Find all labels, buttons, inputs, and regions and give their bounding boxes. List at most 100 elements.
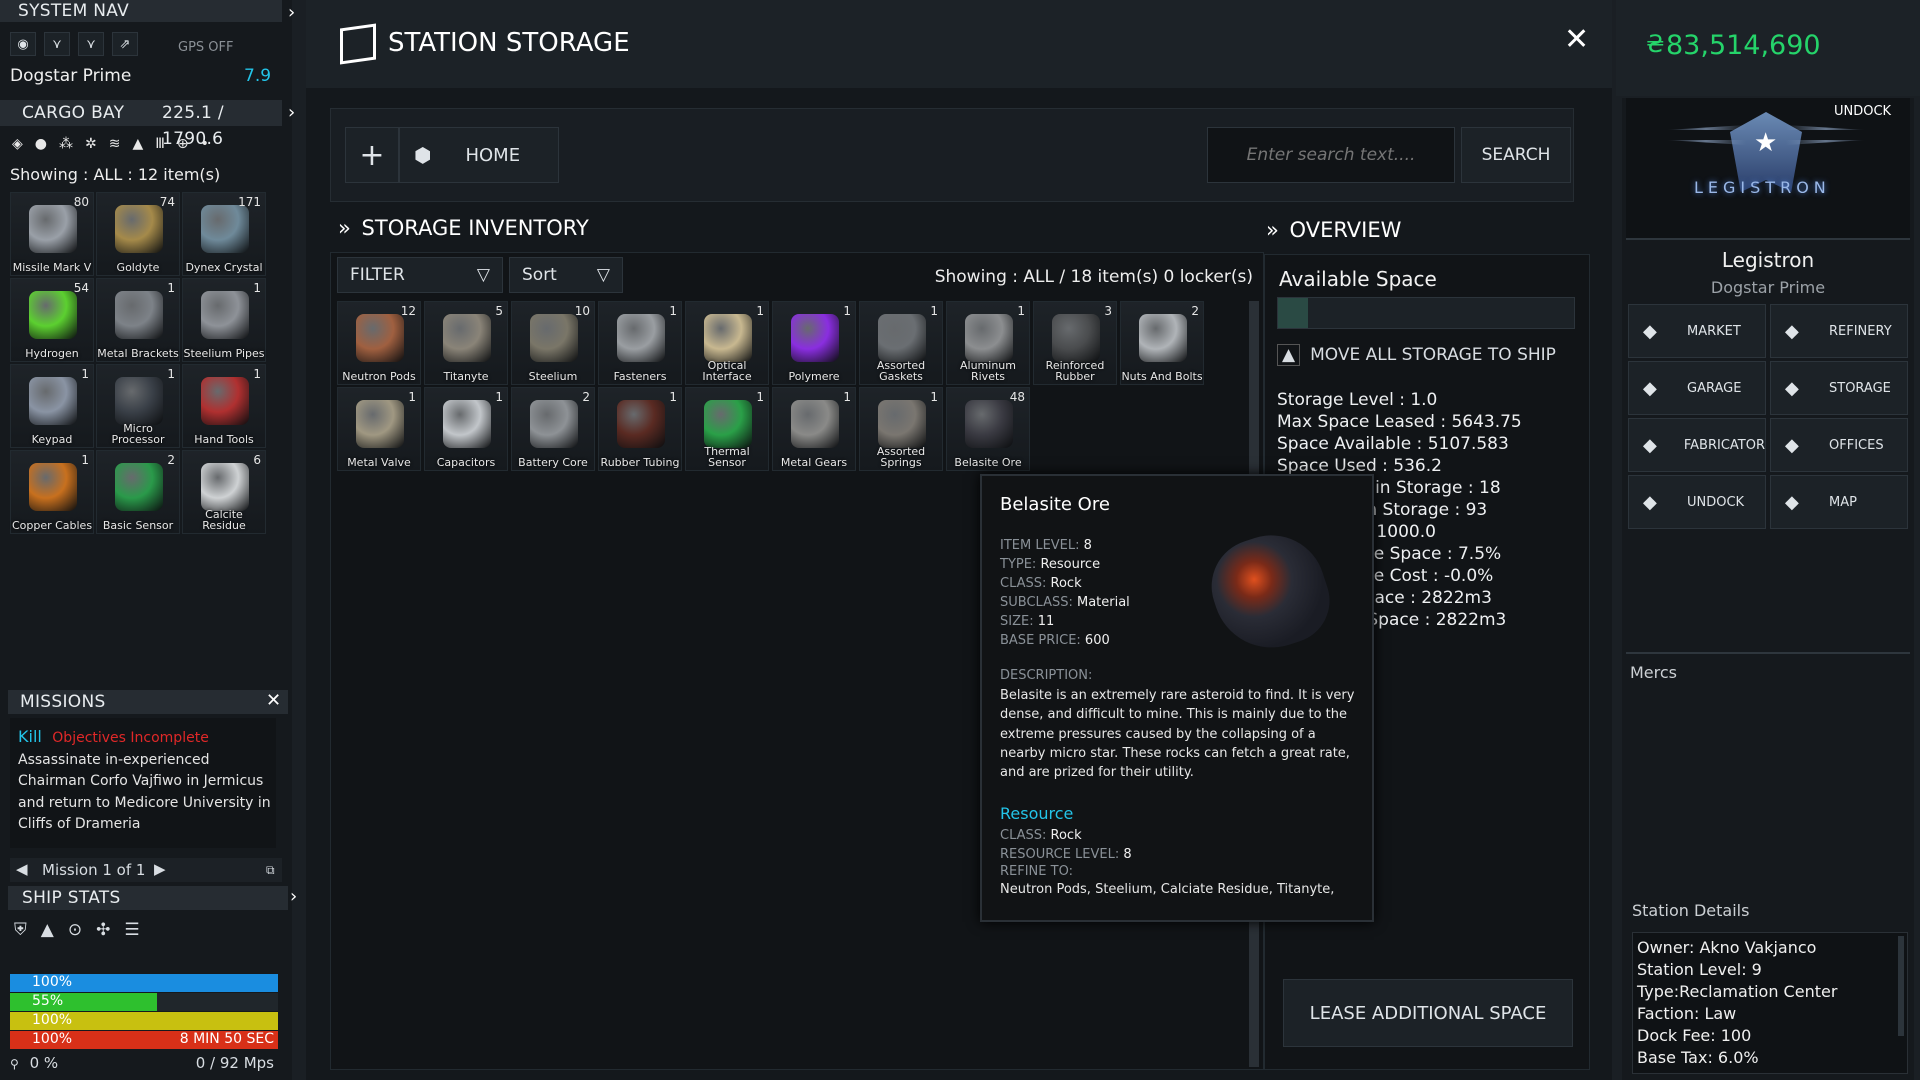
storage-item[interactable]: 1 Metal Gears	[772, 387, 856, 471]
overview-stat-line: Storage Level : 1.0	[1277, 390, 1438, 410]
hull-tab-icon[interactable]: ▲	[41, 920, 54, 940]
storage-item[interactable]: 1 Fasteners	[598, 301, 682, 385]
filter-ore-icon[interactable]: ●	[35, 136, 47, 152]
storage-item[interactable]: 3 Reinforced Rubber	[1033, 301, 1117, 385]
mission-expand-icon[interactable]: ⧉	[266, 863, 275, 878]
storage-item[interactable]: 1 Metal Valve	[337, 387, 421, 471]
cargo-item-qty: 1	[253, 281, 261, 295]
storage-item[interactable]: 1 Rubber Tubing	[598, 387, 682, 471]
cargo-showing: Showing : ALL : 12 item(s)	[10, 165, 221, 184]
fabricator-label: FABRICATOR	[1683, 437, 1765, 453]
filter-dropdown[interactable]: FILTER ▽	[337, 257, 503, 293]
list-tab-icon[interactable]: ☰	[124, 920, 139, 940]
undock-top-button[interactable]: UNDOCK	[1834, 104, 1891, 119]
storage-item[interactable]: 1 Assorted Gaskets	[859, 301, 943, 385]
cargo-item[interactable]: 1 Keypad	[10, 364, 94, 448]
storage-item[interactable]: 1 Polymere	[772, 301, 856, 385]
weapons-tab-icon[interactable]: ⊙	[68, 920, 82, 940]
station-detail-line: Owner: Akno Vakjanco	[1637, 938, 1817, 957]
system-nav-title: SYSTEM NAV	[18, 1, 130, 21]
cargo-item[interactable]: 1 Steelium Pipes	[182, 278, 266, 362]
cargo-item[interactable]: 74 Goldyte	[96, 192, 180, 276]
cargo-item[interactable]: 2 Basic Sensor	[96, 450, 180, 534]
missions-close-icon[interactable]: ✕	[266, 690, 281, 711]
belasite-ore-icon	[965, 400, 1013, 448]
storage-item[interactable]: 10 Steelium	[511, 301, 595, 385]
cargo-item[interactable]: 54 Hydrogen	[10, 278, 94, 362]
storage-item-name: Assorted Gaskets	[876, 359, 926, 383]
storage-item[interactable]: 1 Optical Interface	[685, 301, 769, 385]
undock-button[interactable]: ◆ UNDOCK	[1628, 475, 1766, 529]
storage-item-name: Belasite Ore	[954, 456, 1022, 469]
fabricator-button[interactable]: ◆ FABRICATOR	[1628, 418, 1766, 472]
storage-item-qty: 1	[495, 390, 503, 404]
cargo-item-qty: 6	[253, 453, 261, 467]
system-nav-expand-icon[interactable]: ›	[288, 2, 295, 23]
target-icon[interactable]: ◉	[10, 32, 36, 56]
gps-status: GPS OFF	[178, 40, 234, 55]
cargo-item[interactable]: 1 Metal Brackets	[96, 278, 180, 362]
storage-item[interactable]: 12 Neutron Pods	[337, 301, 421, 385]
storage-titlebar: STATION STORAGE ✕	[306, 0, 1612, 88]
sort-dropdown[interactable]: Sort ▽	[509, 257, 623, 293]
close-storage-button[interactable]: ✕	[1564, 22, 1589, 57]
cargo-item[interactable]: 80 Missile Mark V	[10, 192, 94, 276]
search-input[interactable]	[1207, 127, 1455, 183]
storage-item-qty: 12	[400, 304, 416, 318]
storage-item[interactable]: 5 Titanyte	[424, 301, 508, 385]
offices-button[interactable]: ◆ OFFICES	[1770, 418, 1908, 472]
storage-item[interactable]: 48 Belasite Ore	[946, 387, 1030, 471]
storage-item[interactable]: 1 Thermal Sensor	[685, 387, 769, 471]
shield-tab-icon[interactable]: ⛨	[14, 920, 27, 940]
tooltip-field: TYPE: Resource	[1000, 555, 1130, 574]
repair-tab-icon[interactable]: ✣	[96, 920, 110, 940]
filter-modules-icon[interactable]: Ⅲ	[155, 136, 165, 152]
storage-item[interactable]: 1 Assorted Springs	[859, 387, 943, 471]
tooltip-refine-label: REFINE TO:	[1000, 864, 1073, 879]
storage-button[interactable]: ◆ STORAGE	[1770, 361, 1908, 415]
cargo-item[interactable]: 171 Dynex Crystal	[182, 192, 266, 276]
ship-stats-expand-icon[interactable]: ›	[290, 886, 297, 907]
cargo-expand-icon[interactable]: ›	[288, 102, 295, 123]
cargo-item[interactable]: 1 Micro Processor	[96, 364, 180, 448]
steelium-ore-icon	[530, 314, 578, 362]
storage-item[interactable]: 1 Capacitors	[424, 387, 508, 471]
mission-card[interactable]: Kill Objectives Incomplete Assassinate i…	[10, 718, 276, 848]
cargo-item-name: Dynex Crystal	[185, 261, 263, 274]
details-scrollbar[interactable]	[1898, 936, 1904, 1036]
home-button[interactable]: ⬢ HOME	[399, 127, 559, 183]
filter-tech-icon[interactable]: ✲	[85, 136, 97, 152]
speed-percent: 0 %	[29, 1054, 59, 1072]
lease-additional-space-button[interactable]: LEASE ADDITIONAL SPACE	[1283, 979, 1573, 1047]
cargo-item[interactable]: 1 Copper Cables	[10, 450, 94, 534]
cargo-item[interactable]: 1 Hand Tools	[182, 364, 266, 448]
mission-next-icon[interactable]: ▶	[154, 860, 166, 878]
search-button[interactable]: SEARCH	[1461, 127, 1571, 183]
storage-toolbar: + ⬢ HOME SEARCH	[330, 108, 1574, 202]
refinery-button[interactable]: ◆ REFINERY	[1770, 304, 1908, 358]
garage-button[interactable]: ◆ GARAGE	[1628, 361, 1766, 415]
filter-special-icon[interactable]: ⊕	[177, 136, 189, 152]
filter-parts-icon[interactable]: ⁂	[59, 136, 73, 152]
mission-prev-icon[interactable]: ◀	[16, 860, 28, 878]
map-button[interactable]: ◆ MAP	[1770, 475, 1908, 529]
move-all-to-ship-button[interactable]: ▲ MOVE ALL STORAGE TO SHIP	[1277, 339, 1575, 371]
add-button[interactable]: +	[345, 127, 399, 183]
processor-icon	[115, 377, 163, 425]
filter-resource-icon[interactable]: ≋	[109, 136, 121, 152]
logo-divider	[1626, 238, 1910, 240]
cargo-item[interactable]: 6 Calcite Residue	[182, 450, 266, 534]
filter-misc-icon[interactable]: •	[201, 136, 209, 152]
filter-ammo-icon[interactable]: ▲	[132, 136, 143, 152]
market-button[interactable]: ◆ MARKET	[1628, 304, 1766, 358]
stat-bar: 100%	[10, 1012, 278, 1030]
market-label: MARKET	[1687, 323, 1741, 339]
storage-item[interactable]: 1 Aluminum Rivets	[946, 301, 1030, 385]
jump-icon[interactable]: ⇗	[112, 32, 138, 56]
formation-icon[interactable]: ⋎	[44, 32, 70, 56]
route-icon[interactable]: ⋎	[78, 32, 104, 56]
filter-all-icon[interactable]: ◈	[12, 136, 23, 152]
speed-row: ⚲ 0 % 0 / 92 Mps	[10, 1054, 278, 1074]
storage-item[interactable]: 2 Battery Core	[511, 387, 595, 471]
storage-item[interactable]: 2 Nuts And Bolts	[1120, 301, 1204, 385]
